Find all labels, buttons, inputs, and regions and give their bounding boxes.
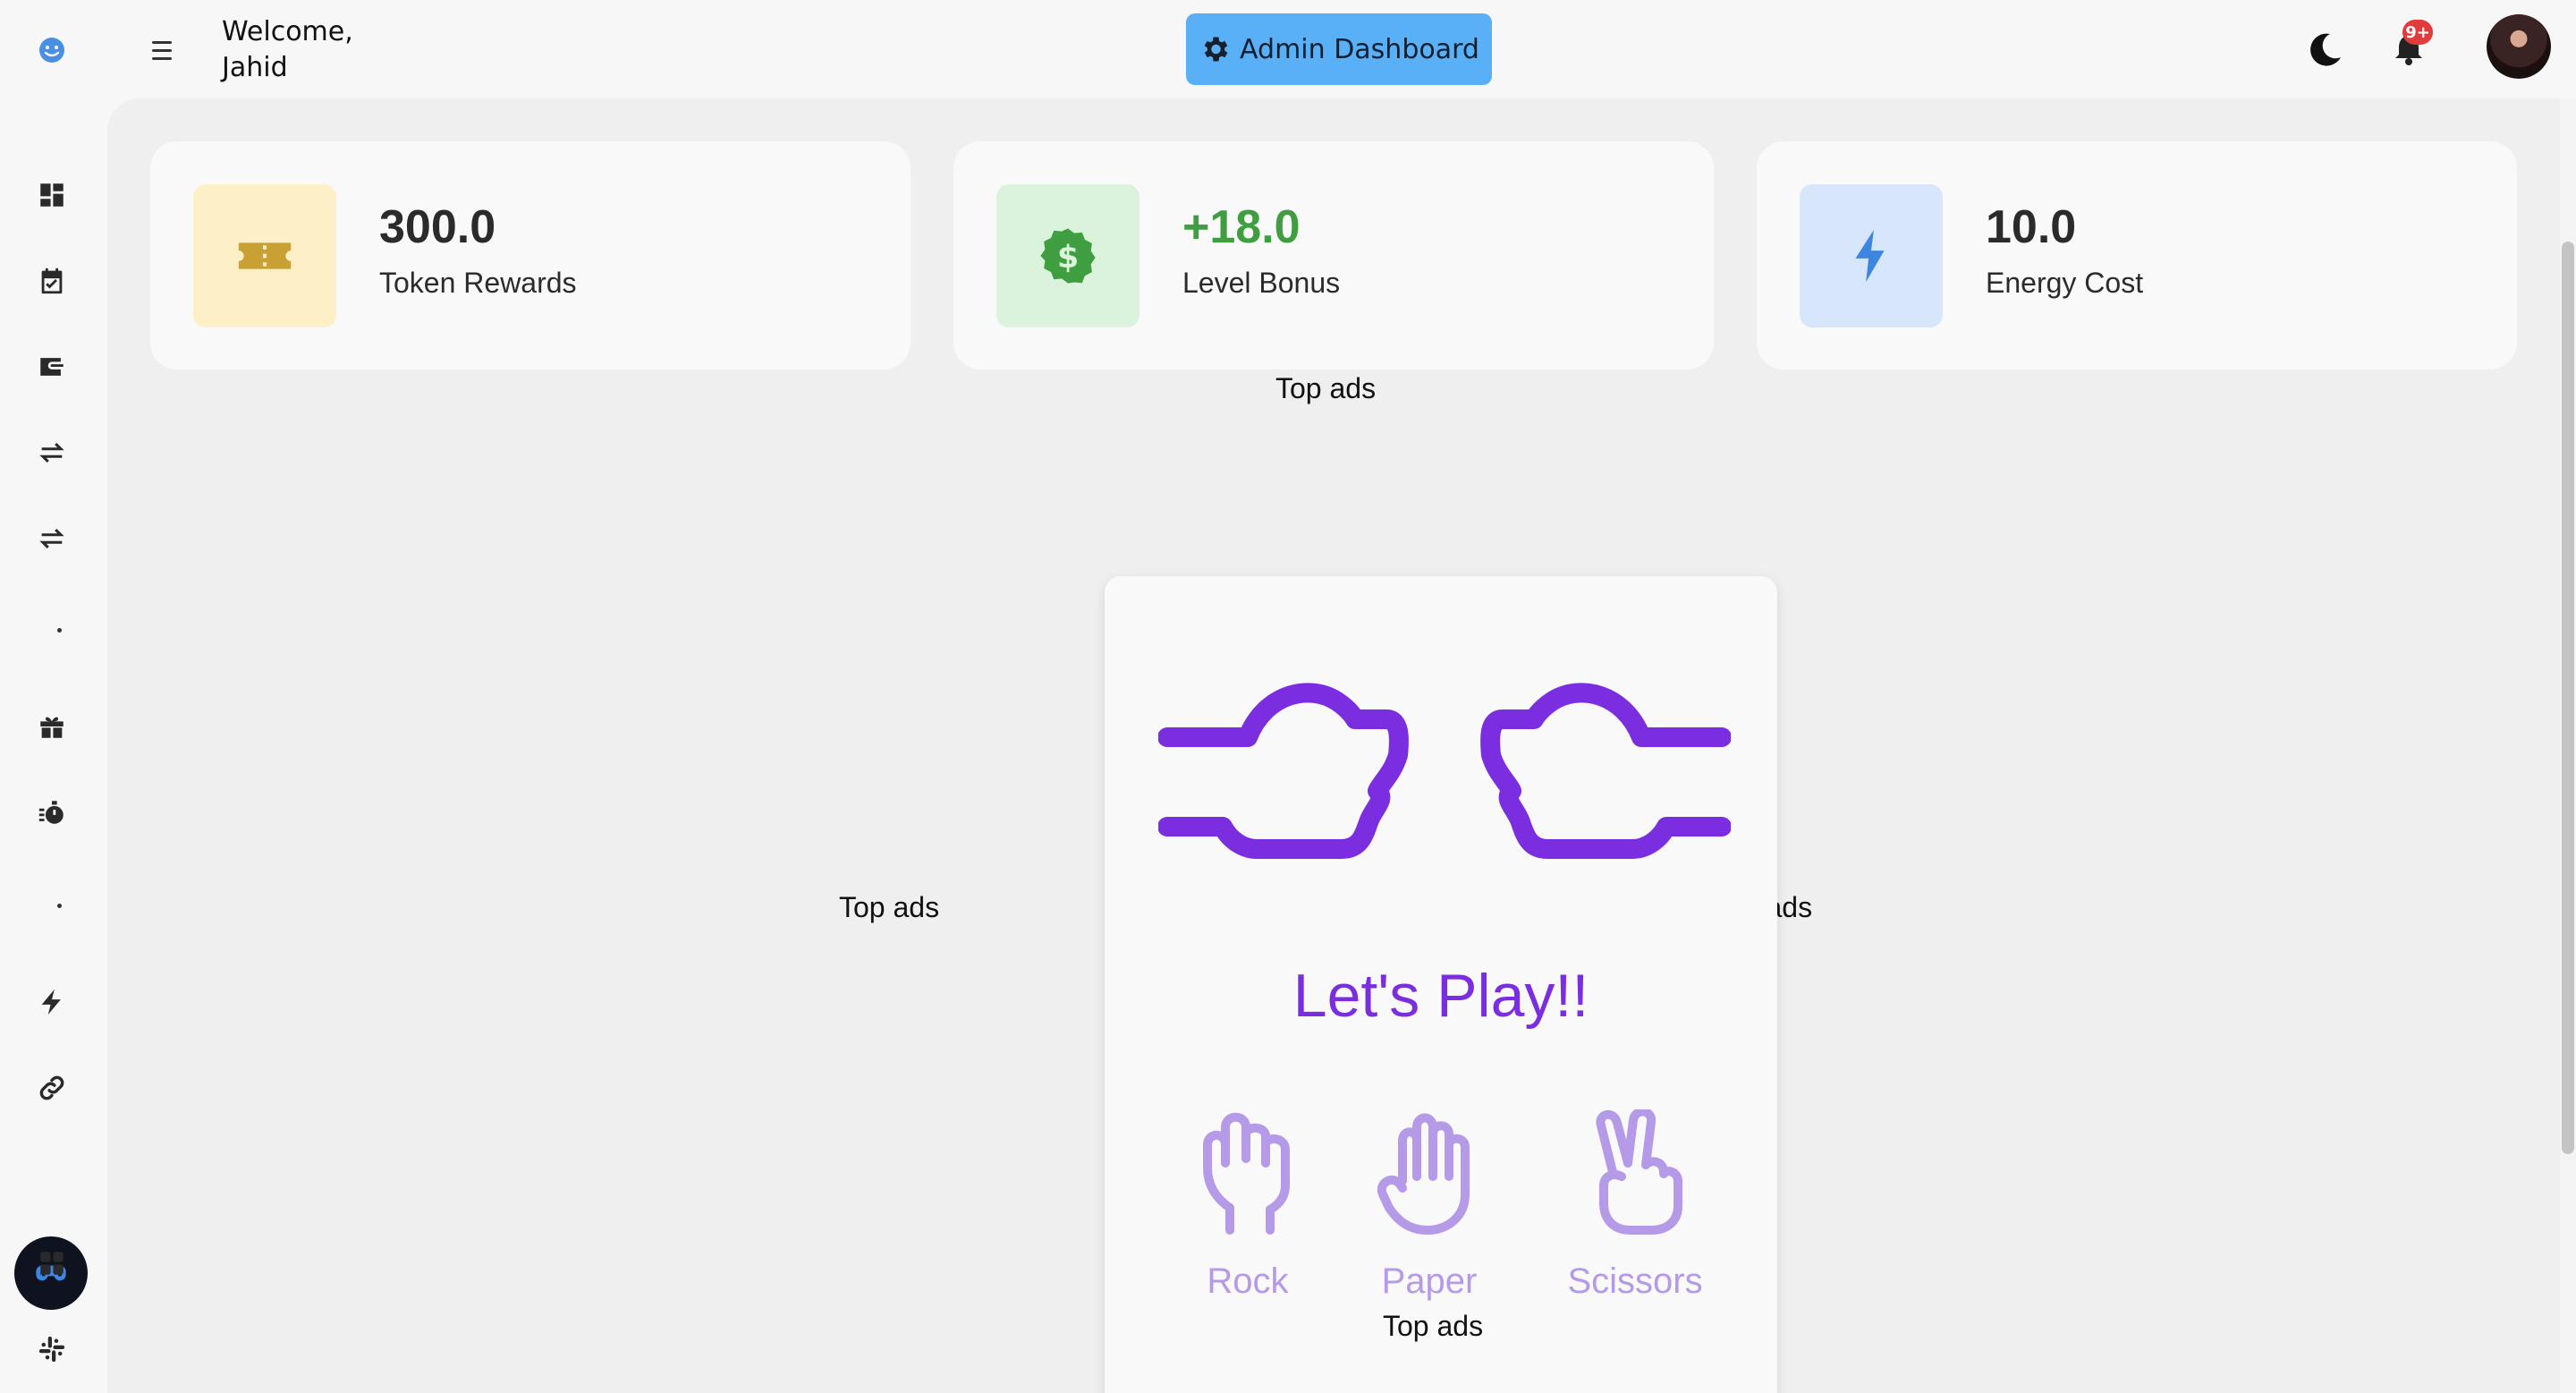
open-hand-icon — [1377, 1113, 1470, 1235]
sidebar — [0, 98, 107, 1393]
lightning-icon — [1855, 229, 1885, 283]
game-title: Let's Play!! — [1292, 962, 1589, 1030]
choice-rock[interactable]: Rock — [1181, 1109, 1315, 1342]
calendar-check-icon[interactable] — [34, 263, 70, 299]
token-rewards-label: Token Rewards — [379, 267, 577, 299]
swap-icon[interactable] — [34, 521, 70, 556]
separator-dot — [57, 904, 62, 908]
level-bonus-value: +18.0 — [1182, 201, 1301, 253]
admin-dashboard-label: Admin Dashboard — [1240, 33, 1479, 65]
level-bonus-label: Level Bonus — [1182, 267, 1341, 299]
wallet-icon[interactable] — [34, 349, 70, 385]
choice-rock-label: Rock — [1207, 1261, 1289, 1301]
link-icon[interactable] — [34, 1070, 70, 1106]
main-content: 300.0 Token Rewards $ +18.0 Level Bonus … — [107, 98, 2576, 1393]
energy-cost-label: Energy Cost — [1986, 267, 2144, 299]
svg-text:$: $ — [1057, 240, 1079, 276]
avatar[interactable] — [2487, 14, 2551, 79]
stopwatch-icon[interactable] — [34, 794, 70, 830]
choice-scissors[interactable]: Scissors — [1567, 1109, 1703, 1342]
hamburger-menu-icon[interactable] — [152, 38, 177, 63]
ticket-icon — [238, 242, 292, 269]
welcome-greeting: Welcome, — [222, 16, 353, 47]
hands-clash-icon — [1158, 683, 1731, 859]
moon-icon[interactable] — [2303, 27, 2348, 72]
energy-cost-value: 10.0 — [1986, 201, 2077, 253]
ticket-tile — [193, 184, 336, 327]
scrollbar-thumb[interactable] — [2562, 242, 2574, 1154]
dollar-badge-tile: $ — [996, 184, 1140, 327]
lightning-tile — [1800, 184, 1943, 327]
smiley-logo-icon[interactable] — [36, 34, 68, 66]
fist-icon — [1203, 1112, 1290, 1235]
game-card: Let's Play!! Rock Paper Scissors Top ads — [1105, 576, 1777, 1393]
gear-icon — [1204, 37, 1228, 62]
ad-slot-left[interactable]: Top ads — [839, 891, 939, 924]
stat-card-energy-cost: 10.0 Energy Cost — [1757, 141, 2517, 369]
dashboard-icon[interactable] — [34, 177, 70, 213]
admin-dashboard-button[interactable]: Admin Dashboard — [1186, 13, 1492, 85]
choice-paper-label: Paper — [1381, 1261, 1478, 1301]
gift-icon[interactable] — [34, 709, 70, 744]
swap-icon[interactable] — [34, 435, 70, 471]
scissors-hand-icon — [1596, 1109, 1682, 1235]
choice-scissors-label: Scissors — [1567, 1261, 1703, 1301]
token-rewards-value: 300.0 — [379, 201, 496, 253]
dollar-badge-icon: $ — [1040, 228, 1096, 284]
ad-slot-bottom[interactable]: Top ads — [1383, 1310, 1483, 1343]
stat-card-level-bonus: $ +18.0 Level Bonus — [953, 141, 1714, 369]
stat-card-token-rewards: 300.0 Token Rewards — [150, 141, 911, 369]
lightning-icon[interactable] — [34, 984, 70, 1020]
slack-icon[interactable] — [34, 1331, 70, 1367]
notification-badge: 9+ — [2402, 20, 2433, 45]
ad-slot-top[interactable]: Top ads — [1275, 372, 1376, 405]
top-bar: Welcome, Jahid Admin Dashboard 9+ — [0, 0, 2576, 98]
welcome-username: Jahid — [222, 52, 288, 83]
apps-icon[interactable] — [34, 1245, 70, 1281]
separator-dot — [57, 628, 62, 633]
choice-paper[interactable]: Paper — [1362, 1109, 1496, 1342]
welcome-text: Welcome, Jahid — [222, 14, 353, 86]
